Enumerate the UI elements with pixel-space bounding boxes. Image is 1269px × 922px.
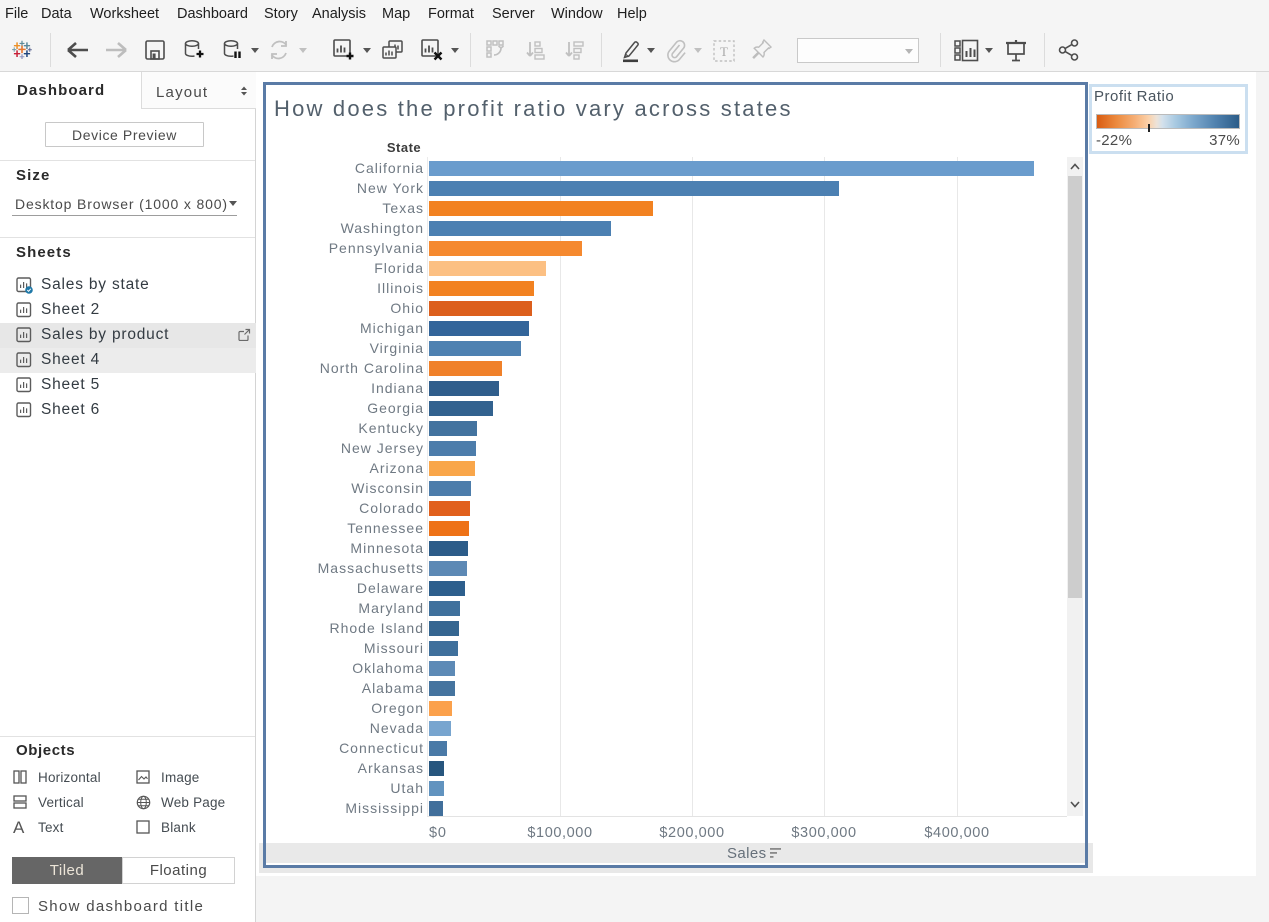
svg-text:T: T [720, 44, 728, 59]
